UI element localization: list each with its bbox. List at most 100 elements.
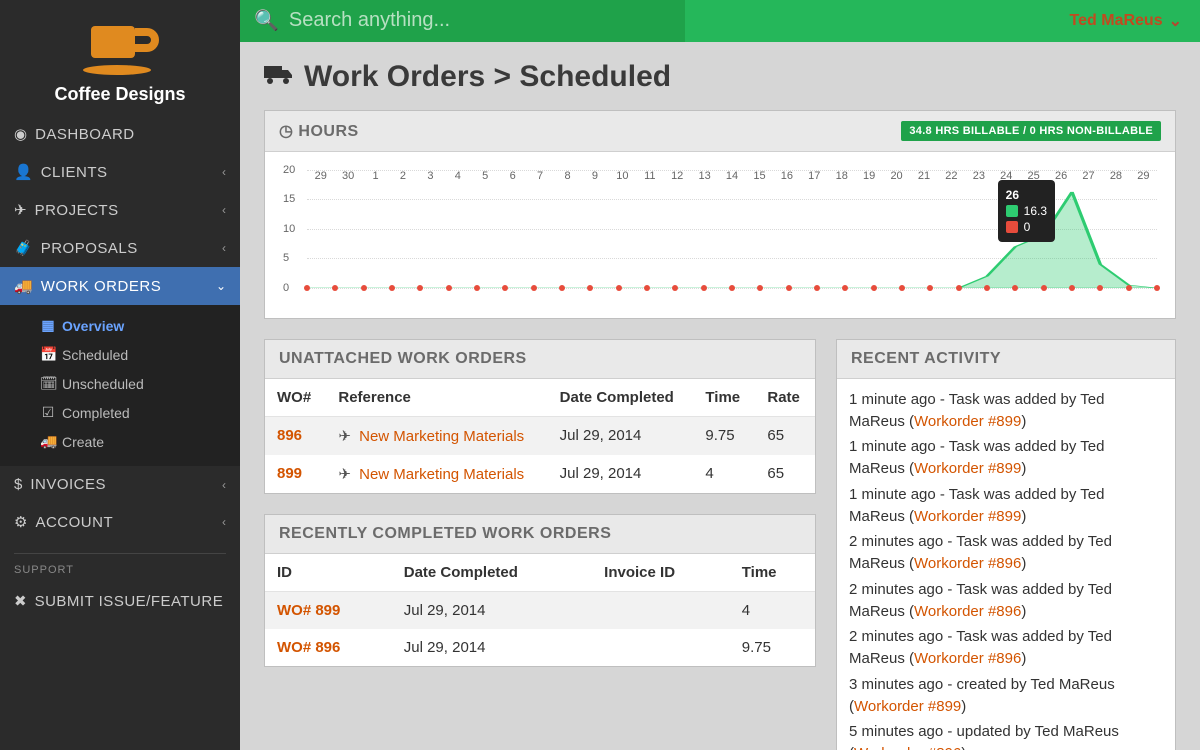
user-menu[interactable]: Ted MaReus ⌄ [685, 0, 1200, 42]
rocket-icon: ✈ [338, 466, 351, 483]
unattached-table: WO#ReferenceDate CompletedTimeRate 896 ✈… [265, 379, 815, 493]
data-point [1041, 285, 1047, 291]
brand-name: Coffee Designs [0, 84, 240, 105]
dollar-icon: $ [14, 476, 22, 493]
chevron-down-icon: ⌄ [216, 279, 226, 293]
activity-entry: 2 minutes ago - Task was added by Ted Ma… [849, 579, 1163, 623]
data-point [446, 285, 452, 291]
subnav-item-create[interactable]: 🚚Create [0, 427, 240, 456]
workorder-link[interactable]: Workorder #899 [914, 508, 1021, 525]
search-input[interactable] [289, 9, 671, 32]
workorder-link[interactable]: Workorder #896 [914, 650, 1021, 667]
rocket-icon: ✈ [14, 201, 27, 219]
workorder-link[interactable]: WO# 896 [277, 639, 340, 656]
sidebar: Coffee Designs ◉ DASHBOARD 👤 CLIENTS ‹✈ … [0, 0, 240, 750]
nav-item-clients[interactable]: 👤 CLIENTS ‹ [0, 153, 240, 191]
main: 🔍 Ted MaReus ⌄ Work Orders > Scheduled [240, 0, 1200, 750]
column-header: WO# [265, 379, 326, 417]
data-point [899, 285, 905, 291]
search-bar[interactable]: 🔍 [240, 0, 685, 42]
close-icon: ✖ [14, 592, 27, 610]
data-point [361, 285, 367, 291]
activity-entry: 1 minute ago - Task was added by Ted MaR… [849, 484, 1163, 528]
content: Work Orders > Scheduled ◷ HOURS 34.8 HRS… [240, 42, 1200, 750]
subnav-item-overview[interactable]: ▦Overview [0, 311, 240, 340]
data-point [1154, 285, 1160, 291]
y-tick: 0 [283, 282, 289, 294]
y-tick: 10 [283, 223, 295, 235]
activity-entry: 2 minutes ago - Task was added by Ted Ma… [849, 531, 1163, 575]
nav-item-dashboard[interactable]: ◉ DASHBOARD [0, 115, 240, 153]
calendar-icon: 📅 [40, 346, 56, 363]
data-point [814, 285, 820, 291]
workorder-link[interactable]: WO# 899 [277, 602, 340, 619]
truck-icon: 🚚 [14, 277, 33, 295]
table-row: WO# 896 Jul 29, 20149.75 [265, 629, 815, 666]
briefcase-icon: 🧳 [14, 239, 33, 257]
data-point [531, 285, 537, 291]
workorder-link[interactable]: Workorder #896 [914, 555, 1021, 572]
activity-title: RECENT ACTIVITY [851, 350, 1001, 368]
workorder-link[interactable]: Workorder #899 [914, 413, 1021, 430]
workorders-subnav: ▦Overview📅Scheduled🗓Unscheduled☑Complete… [0, 305, 240, 466]
activity-entry: 1 minute ago - Task was added by Ted MaR… [849, 436, 1163, 480]
data-point [587, 285, 593, 291]
column-header: Date Completed [392, 554, 592, 592]
chart-tooltip: 26 16.3 0 [998, 180, 1055, 242]
workorder-link[interactable]: Workorder #899 [854, 698, 961, 715]
nav-item-invoices[interactable]: $ INVOICES ‹ [0, 466, 240, 503]
chevron-left-icon: ‹ [222, 165, 226, 179]
column-header: Time [693, 379, 755, 417]
unattached-card: UNATTACHED WORK ORDERS WO#ReferenceDate … [264, 339, 816, 494]
hours-summary-badge: 34.8 HRS BILLABLE / 0 HRS NON-BILLABLE [901, 121, 1161, 141]
hours-chart: 0510152029301234567891011121314151617181… [265, 152, 1175, 318]
y-tick: 15 [283, 193, 295, 205]
divider [14, 553, 226, 554]
grid-icon: ▦ [40, 317, 56, 334]
data-point [786, 285, 792, 291]
workorder-link[interactable]: 896 [277, 427, 302, 444]
workorder-link[interactable]: Workorder #899 [914, 460, 1021, 477]
workorder-link[interactable]: 899 [277, 465, 302, 482]
dashboard-icon: ◉ [14, 125, 27, 143]
chevron-down-icon: ⌄ [1169, 11, 1182, 31]
data-point [474, 285, 480, 291]
nav-item-account[interactable]: ⚙ ACCOUNT ‹ [0, 503, 240, 541]
data-point [672, 285, 678, 291]
reference-link[interactable]: ✈ New Marketing Materials [338, 466, 524, 483]
nav-item-projects[interactable]: ✈ PROJECTS ‹ [0, 191, 240, 229]
nav-item-proposals[interactable]: 🧳 PROPOSALS ‹ [0, 229, 240, 267]
search-icon: 🔍 [254, 8, 279, 33]
data-point [1126, 285, 1132, 291]
data-point [304, 285, 310, 291]
data-point [417, 285, 423, 291]
hours-title: ◷ HOURS [279, 121, 359, 141]
column-header: Reference [326, 379, 547, 417]
submit-issue-link[interactable]: ✖ SUBMIT ISSUE/FEATURE [0, 582, 240, 620]
activity-entry: 3 minutes ago - created by Ted MaReus (W… [849, 674, 1163, 718]
data-point [984, 285, 990, 291]
topbar: 🔍 Ted MaReus ⌄ [240, 0, 1200, 42]
table-row: 899 ✈ New Marketing Materials Jul 29, 20… [265, 455, 815, 493]
workorder-link[interactable]: Workorder #896 [914, 603, 1021, 620]
coffee-cup-icon [77, 20, 163, 76]
activity-entry: 5 minutes ago - updated by Ted MaReus (W… [849, 721, 1163, 750]
user-icon: 👤 [14, 163, 33, 181]
chevron-left-icon: ‹ [222, 203, 226, 217]
data-point [729, 285, 735, 291]
data-point [871, 285, 877, 291]
nav-item-work-orders[interactable]: 🚚 WORK ORDERS ⌄ [0, 267, 240, 305]
y-tick: 5 [283, 252, 289, 264]
workorder-link[interactable]: Workorder #896 [854, 745, 961, 750]
data-point [842, 285, 848, 291]
activity-entry: 1 minute ago - Task was added by Ted MaR… [849, 389, 1163, 433]
table-row: WO# 899 Jul 29, 20144 [265, 591, 815, 629]
data-point [502, 285, 508, 291]
subnav-item-unscheduled[interactable]: 🗓Unscheduled [0, 369, 240, 398]
subnav-item-completed[interactable]: ☑Completed [0, 398, 240, 427]
support-section-label: SUPPORT [0, 560, 240, 582]
data-point [1069, 285, 1075, 291]
data-point [616, 285, 622, 291]
reference-link[interactable]: ✈ New Marketing Materials [338, 428, 524, 445]
subnav-item-scheduled[interactable]: 📅Scheduled [0, 340, 240, 369]
